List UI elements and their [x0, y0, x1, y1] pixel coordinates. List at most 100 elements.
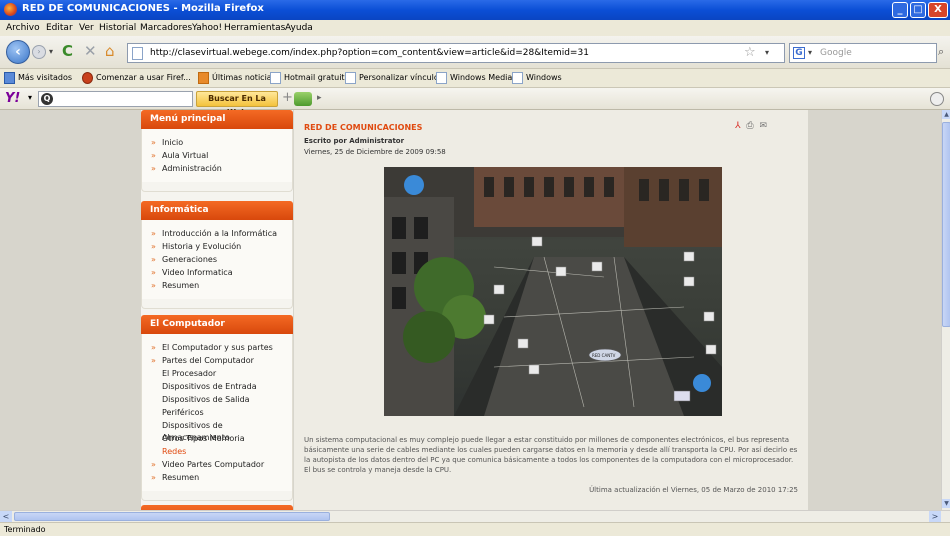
back-button[interactable]: ‹: [6, 40, 30, 64]
bookmark-customize-links[interactable]: Personalizar vínculos: [345, 72, 443, 85]
yahoo-search-button[interactable]: Buscar En La Web: [196, 91, 278, 117]
sidebar-item-label: Generaciones: [162, 255, 217, 264]
print-icon[interactable]: ⎙: [746, 121, 753, 131]
search-go-icon[interactable]: ⌕: [938, 45, 944, 59]
sidebar-item-procesador[interactable]: El Procesador: [142, 368, 292, 381]
pdf-icon[interactable]: ⅄: [735, 121, 741, 131]
bullet-icon: »: [151, 255, 156, 264]
bullet-icon: »: [151, 473, 156, 482]
sidebar-item-video-informatica[interactable]: » Video Informatica: [142, 267, 292, 280]
yahoo-logo[interactable]: Y!: [5, 91, 20, 106]
google-icon[interactable]: G: [793, 47, 805, 59]
menu-ver[interactable]: Ver: [79, 23, 94, 33]
menu-archivo[interactable]: Archivo: [6, 23, 40, 33]
window-title: RED DE COMUNICACIONES - Mozilla Firefox: [22, 3, 264, 14]
stop-button[interactable]: ✕: [84, 42, 97, 60]
add-button[interactable]: +: [282, 90, 293, 105]
bookmark-getting-started[interactable]: Comenzar a usar Firef...: [82, 72, 191, 85]
menu-marcadores[interactable]: Marcadores: [140, 23, 192, 33]
bullet-icon: »: [151, 268, 156, 277]
address-bar[interactable]: http://clasevirtual.webege.com/index.php…: [127, 43, 785, 63]
menu-ayuda[interactable]: Ayuda: [285, 23, 313, 33]
sidebar-item-perifericos[interactable]: Periféricos: [142, 407, 292, 420]
yahoo-status-icon[interactable]: [930, 92, 944, 106]
bookmark-windows[interactable]: Windows: [512, 72, 562, 85]
sidebar-item-generaciones[interactable]: » Generaciones: [142, 254, 292, 267]
search-engine-dropdown-icon[interactable]: ▾: [808, 48, 812, 57]
horizontal-scroll-thumb[interactable]: [14, 512, 330, 521]
yahoo-search-input[interactable]: Q: [38, 91, 193, 107]
sidebar-item-aula-virtual[interactable]: » Aula Virtual: [142, 150, 292, 163]
home-button[interactable]: ⌂: [105, 42, 115, 60]
horizontal-scrollbar[interactable]: < >: [0, 510, 950, 522]
module-body: » Inicio » Aula Virtual » Administración: [141, 129, 293, 182]
page-right-margin: [808, 110, 941, 510]
sidebar-item-inicio[interactable]: » Inicio: [142, 137, 292, 150]
bookmark-label: Últimas noticias: [212, 73, 276, 82]
bookmark-windows-media[interactable]: Windows Media: [436, 72, 512, 85]
toolbar-more-icon[interactable]: ▸: [317, 93, 322, 103]
scroll-left-button[interactable]: <: [0, 511, 12, 522]
sidebar-item-otros-memoria[interactable]: Otros Tipos Memoria: [142, 433, 292, 446]
sidebar-item-almacenamiento[interactable]: Dispositivos de Almacenamiento: [142, 420, 292, 442]
minimize-button[interactable]: _: [892, 2, 908, 18]
sidebar-item-resumen-computador[interactable]: » Resumen: [142, 472, 292, 485]
menu-yahoo[interactable]: Yahoo!: [192, 23, 222, 33]
article-title[interactable]: RED DE COMUNICACIONES: [304, 123, 422, 132]
vertical-scrollbar[interactable]: ▲ ▼: [941, 110, 950, 510]
firefox-icon: [82, 72, 93, 84]
maximize-button[interactable]: □: [910, 2, 926, 18]
rss-icon: [198, 72, 209, 84]
menu-historial[interactable]: Historial: [99, 23, 136, 33]
module-body: » El Computador y sus partes » Partes del …: [141, 334, 293, 491]
yahoo-addon-icon[interactable]: [294, 92, 312, 106]
url-text[interactable]: http://clasevirtual.webege.com/index.php…: [150, 48, 589, 58]
bookmark-star-icon[interactable]: ☆: [744, 45, 756, 60]
sidebar-item-label: El Procesador: [162, 369, 217, 378]
sidebar-item-resumen[interactable]: » Resumen: [142, 280, 292, 293]
history-dropdown-icon[interactable]: ▾: [49, 47, 53, 56]
bookmark-most-visited[interactable]: Más visitados: [4, 72, 72, 85]
sidebar-item-label: Historia y Evolución: [162, 242, 242, 251]
forward-button[interactable]: ›: [32, 45, 46, 59]
sidebar-item-label: Dispositivos de Entrada: [162, 382, 257, 391]
email-icon[interactable]: ✉: [759, 121, 767, 131]
yahoo-dropdown-icon[interactable]: ▾: [28, 93, 32, 102]
page-icon: [132, 47, 143, 60]
url-dropdown-icon[interactable]: ▾: [765, 48, 769, 57]
sidebar-item-historia[interactable]: » Historia y Evolución: [142, 241, 292, 254]
sidebar-item-video-partes[interactable]: » Video Partes Computador: [142, 459, 292, 472]
yahoo-toolbar: Y! ▾ Q Buscar En La Web + ▸: [0, 88, 950, 117]
search-box[interactable]: G ▾ Google: [789, 43, 937, 63]
bookmark-label: Personalizar vínculos: [359, 73, 443, 82]
bullet-icon: »: [151, 138, 156, 147]
sidebar-item-partes-computador[interactable]: » Partes del Computador: [142, 355, 292, 368]
network-scene: RED CANTV: [384, 167, 722, 416]
status-text: Terminado: [4, 525, 46, 534]
menu-herramientas[interactable]: Herramientas: [224, 23, 285, 33]
sidebar-item-redes[interactable]: Redes: [142, 446, 292, 459]
bullet-icon: »: [151, 356, 156, 365]
scroll-down-button[interactable]: ▼: [942, 499, 950, 508]
reload-button[interactable]: C: [62, 42, 73, 60]
sidebar-item-label: El Computador y sus partes: [162, 343, 273, 352]
sidebar-item-dispositivos-entrada[interactable]: Dispositivos de Entrada: [142, 381, 292, 394]
bookmark-hotmail[interactable]: Hotmail gratuito: [270, 72, 349, 85]
menu-editar[interactable]: Editar: [46, 23, 73, 33]
sidebar-item-introduccion[interactable]: » Introducción a la Informática: [142, 228, 292, 241]
sidebar-item-label: Inicio: [162, 138, 184, 147]
yahoo-search-icon: Q: [41, 93, 53, 105]
scroll-right-button[interactable]: >: [929, 511, 941, 522]
bookmark-label: Windows: [526, 73, 562, 82]
scroll-up-button[interactable]: ▲: [942, 110, 950, 119]
page-viewport: Menú principal » Inicio » Aula Virtual » Ad…: [0, 110, 941, 510]
vertical-scroll-thumb[interactable]: [942, 122, 950, 327]
module-informatica: Informática » Introducción a la Informáti…: [141, 201, 293, 309]
bookmark-latest-news[interactable]: Últimas noticias: [198, 72, 276, 85]
sidebar-item-administracion[interactable]: » Administración: [142, 163, 292, 176]
close-window-button[interactable]: X: [928, 2, 948, 18]
window-titlebar: RED DE COMUNICACIONES - Mozilla Firefox …: [0, 0, 950, 20]
sidebar-item-computador-partes[interactable]: » El Computador y sus partes: [142, 342, 292, 355]
sidebar-item-dispositivos-salida[interactable]: Dispositivos de Salida: [142, 394, 292, 407]
bullet-icon: »: [151, 281, 156, 290]
